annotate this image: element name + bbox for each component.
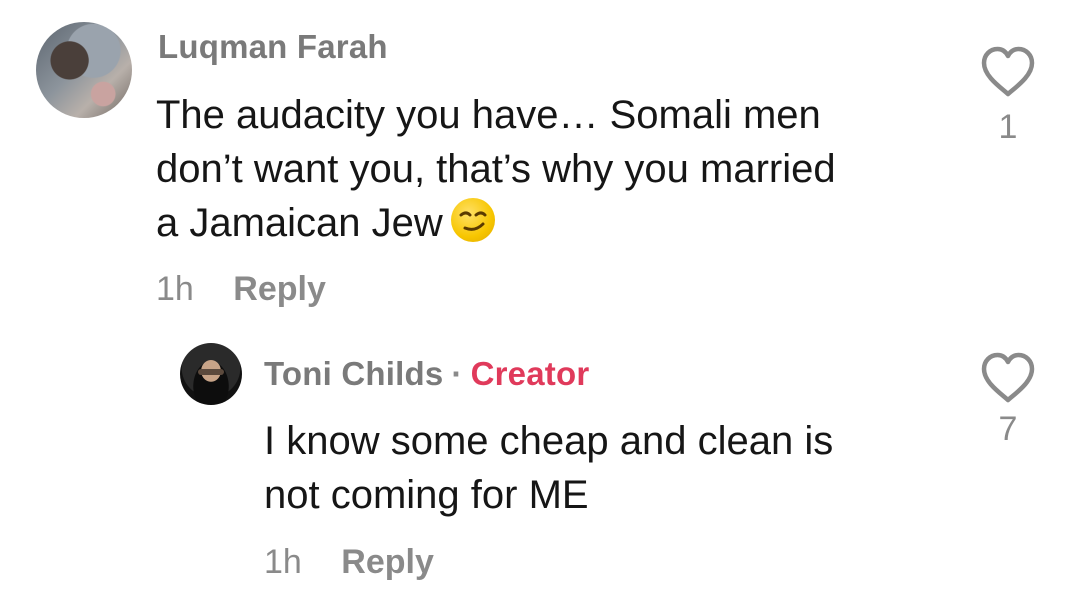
avatar[interactable]: [36, 22, 132, 118]
reply-button[interactable]: Reply: [233, 270, 326, 308]
comment-text-line: The audacity you have… Somali men: [156, 93, 821, 137]
smirking-face-icon: [450, 198, 495, 242]
like-count: 7: [998, 410, 1018, 448]
heart-outline-icon[interactable]: [978, 350, 1038, 406]
comment-text-line: don’t want you, that’s why you married: [156, 147, 836, 191]
comment-timestamp: 1h: [156, 270, 194, 308]
comment-text-line: not coming for ME: [264, 473, 589, 517]
like-count: 1: [998, 108, 1018, 146]
avatar-eyes: [198, 369, 224, 375]
comments-screen: Luqman Farah The audacity you have… Soma…: [0, 0, 1079, 602]
comment-meta: 1h Reply: [156, 270, 326, 309]
comment-meta: 1h Reply: [264, 543, 434, 582]
comment-text-line: I know some cheap and clean is: [264, 419, 834, 463]
reply-header: Toni Childs · Creator: [264, 355, 589, 393]
comment-text-last-line: a Jamaican Jew: [156, 196, 495, 250]
avatar[interactable]: [180, 343, 242, 405]
separator-dot: ·: [451, 355, 463, 392]
comment-timestamp: 1h: [264, 543, 302, 581]
comment-username[interactable]: Luqman Farah: [158, 28, 388, 66]
comment-text-line: a Jamaican Jew: [156, 201, 443, 245]
heart-outline-icon[interactable]: [978, 44, 1038, 100]
reply-button[interactable]: Reply: [341, 543, 434, 581]
creator-badge: Creator: [470, 355, 590, 392]
comment-username[interactable]: Toni Childs: [264, 355, 443, 392]
